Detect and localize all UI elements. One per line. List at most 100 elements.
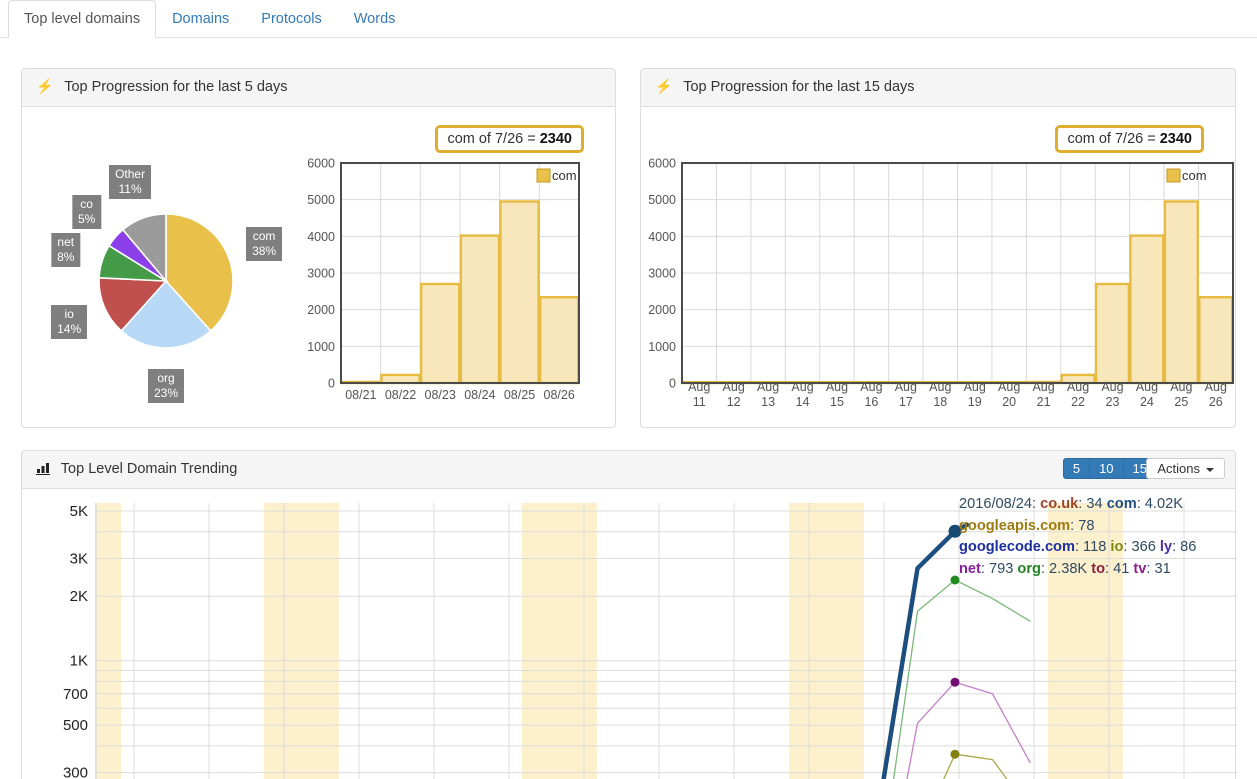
x-axis-label: 08/24 — [464, 388, 495, 402]
badge-text: com of 7/26 = — [1067, 131, 1159, 147]
tooltip-segment: : 2.38K — [1041, 561, 1091, 577]
tooltip-segment: : 86 — [1172, 539, 1196, 555]
actions-dropdown-button[interactable]: Actions — [1146, 458, 1225, 479]
trend-line-io — [918, 754, 1031, 779]
y-axis-label: 2000 — [307, 303, 335, 317]
range-button-10[interactable]: 10 — [1089, 458, 1123, 479]
panel-progression-5days: ⚡ Top Progression for the last 5 days co… — [21, 68, 616, 428]
y-axis-label: 3000 — [307, 267, 335, 281]
panel-tld-trending: Top Level Domain Trending 5 10 15 Action… — [21, 450, 1236, 779]
panel-progression-15days: ⚡ Top Progression for the last 15 days c… — [640, 68, 1236, 428]
bar-Aug-26[interactable] — [1199, 297, 1232, 383]
tooltip-segment: : 31 — [1146, 561, 1170, 577]
x-axis-label: Aug — [895, 380, 917, 394]
panel-body-5days: com of 7/26 = 2340 com38%org23%io14%net8… — [22, 108, 615, 427]
tooltip-segment: com — [1107, 496, 1137, 512]
tooltip-line: net: 793 org: 2.38K to: 41 tv: 31 — [959, 559, 1196, 581]
bar-08/25[interactable] — [500, 202, 538, 384]
x-axis-label: 15 — [830, 395, 844, 409]
badge-value: 2340 — [1160, 131, 1192, 147]
page: Top level domains Domains Protocols Word… — [0, 0, 1257, 779]
panel-body-15days: com of 7/26 = 2340 010002000300040005000… — [641, 108, 1235, 427]
tooltip-segment: io — [1110, 539, 1123, 555]
trend-line-com — [880, 525, 967, 779]
pie-label-co: co5% — [72, 195, 101, 229]
x-axis-label: Aug — [1032, 380, 1054, 394]
bar-08/26[interactable] — [540, 297, 578, 383]
tooltip-segment: : 34 — [1078, 496, 1106, 512]
y-axis-label: 5000 — [307, 193, 335, 207]
x-axis-label: Aug — [1067, 380, 1089, 394]
trend-marker-io[interactable] — [951, 750, 960, 759]
progression-badge-15days: com of 7/26 = 2340 — [1055, 125, 1204, 153]
bar-chart-5days[interactable]: 010002000300040005000600008/2108/2208/23… — [297, 156, 602, 406]
tooltip-segment: : 793 — [981, 561, 1018, 577]
progression-badge-5days: com of 7/26 = 2340 — [435, 125, 584, 153]
y-axis-label: 5K — [70, 503, 88, 520]
pie-label-io: io14% — [51, 305, 87, 339]
y-axis-label: 4000 — [648, 230, 676, 244]
y-axis-label: 4000 — [307, 230, 335, 244]
panel-heading-trending: Top Level Domain Trending 5 10 15 Action… — [22, 451, 1235, 489]
y-axis-label: 3K — [70, 551, 88, 568]
x-axis-label: 23 — [1106, 395, 1120, 409]
panel-title-15days: Top Progression for the last 15 days — [683, 79, 914, 95]
tooltip-line: googlecode.com: 118 io: 366 ly: 86 — [959, 537, 1196, 559]
x-axis-label: 19 — [968, 395, 982, 409]
panel-title-5days: Top Progression for the last 5 days — [64, 79, 287, 95]
x-axis-label: 08/23 — [425, 388, 456, 402]
bar-08/22[interactable] — [381, 375, 419, 383]
x-axis-label: 25 — [1174, 395, 1188, 409]
badge-text: com of 7/26 = — [447, 131, 539, 147]
y-axis-label: 3000 — [648, 267, 676, 281]
bar-Aug-25[interactable] — [1165, 202, 1198, 384]
tab-domains[interactable]: Domains — [156, 0, 245, 38]
x-axis-label: Aug — [791, 380, 813, 394]
x-axis-label: Aug — [757, 380, 779, 394]
x-axis-label: 14 — [796, 395, 810, 409]
tooltip-segment: : 4.02K — [1137, 496, 1183, 512]
x-axis-label: Aug — [1170, 380, 1192, 394]
trend-marker-net[interactable] — [951, 678, 960, 687]
tooltip-segment: googlecode.com — [959, 539, 1075, 555]
tooltip-segment: : 118 — [1075, 539, 1110, 555]
x-axis-label: Aug — [929, 380, 951, 394]
weekend-band — [264, 503, 339, 779]
y-axis-label: 0 — [669, 377, 676, 391]
x-axis-label: Aug — [723, 380, 745, 394]
x-axis-label: 16 — [864, 395, 878, 409]
x-axis-label: 17 — [899, 395, 913, 409]
bar-chart-15days[interactable]: 0100020003000400050006000Aug11Aug12Aug13… — [645, 156, 1237, 414]
y-axis-label: 2000 — [648, 303, 676, 317]
legend-swatch — [537, 169, 550, 182]
tooltip-line: googleapis.com: 78 — [959, 516, 1196, 538]
y-axis-label: 1000 — [648, 340, 676, 354]
tld-pie-chart[interactable]: com38%org23%io14%net8%co5%Other11% — [37, 148, 317, 433]
x-axis-label: Aug — [964, 380, 986, 394]
bar-08/23[interactable] — [421, 284, 459, 383]
range-button-5[interactable]: 5 — [1063, 458, 1090, 479]
y-axis-label: 0 — [328, 377, 335, 391]
x-axis-label: 11 — [693, 395, 706, 409]
pie-label-com: com38% — [246, 227, 282, 261]
x-axis-label: 22 — [1071, 395, 1085, 409]
range-button-group: 5 10 15 — [1063, 458, 1157, 479]
tooltip-segment: to — [1091, 561, 1105, 577]
bar-Aug-23[interactable] — [1096, 284, 1129, 383]
y-axis-label: 2K — [70, 588, 88, 605]
bar-Aug-24[interactable] — [1130, 236, 1163, 383]
tooltip-segment: tv — [1133, 561, 1146, 577]
y-axis-label: 500 — [63, 717, 88, 734]
panel-heading-15days: ⚡ Top Progression for the last 15 days — [641, 69, 1235, 107]
weekend-band — [522, 503, 597, 779]
x-axis-label: Aug — [1205, 380, 1227, 394]
trend-tooltip: 2016/08/24: co.uk: 34 com: 4.02Kgoogleap… — [959, 494, 1196, 580]
tab-words[interactable]: Words — [338, 0, 412, 38]
tooltip-segment: org — [1017, 561, 1041, 577]
tab-protocols[interactable]: Protocols — [245, 0, 337, 38]
flash-icon: ⚡ — [655, 78, 672, 94]
legend-label: com — [1182, 168, 1207, 183]
bar-08/24[interactable] — [461, 236, 499, 383]
tab-top-level-domains[interactable]: Top level domains — [8, 0, 156, 38]
pie-label-Other: Other11% — [109, 165, 151, 199]
